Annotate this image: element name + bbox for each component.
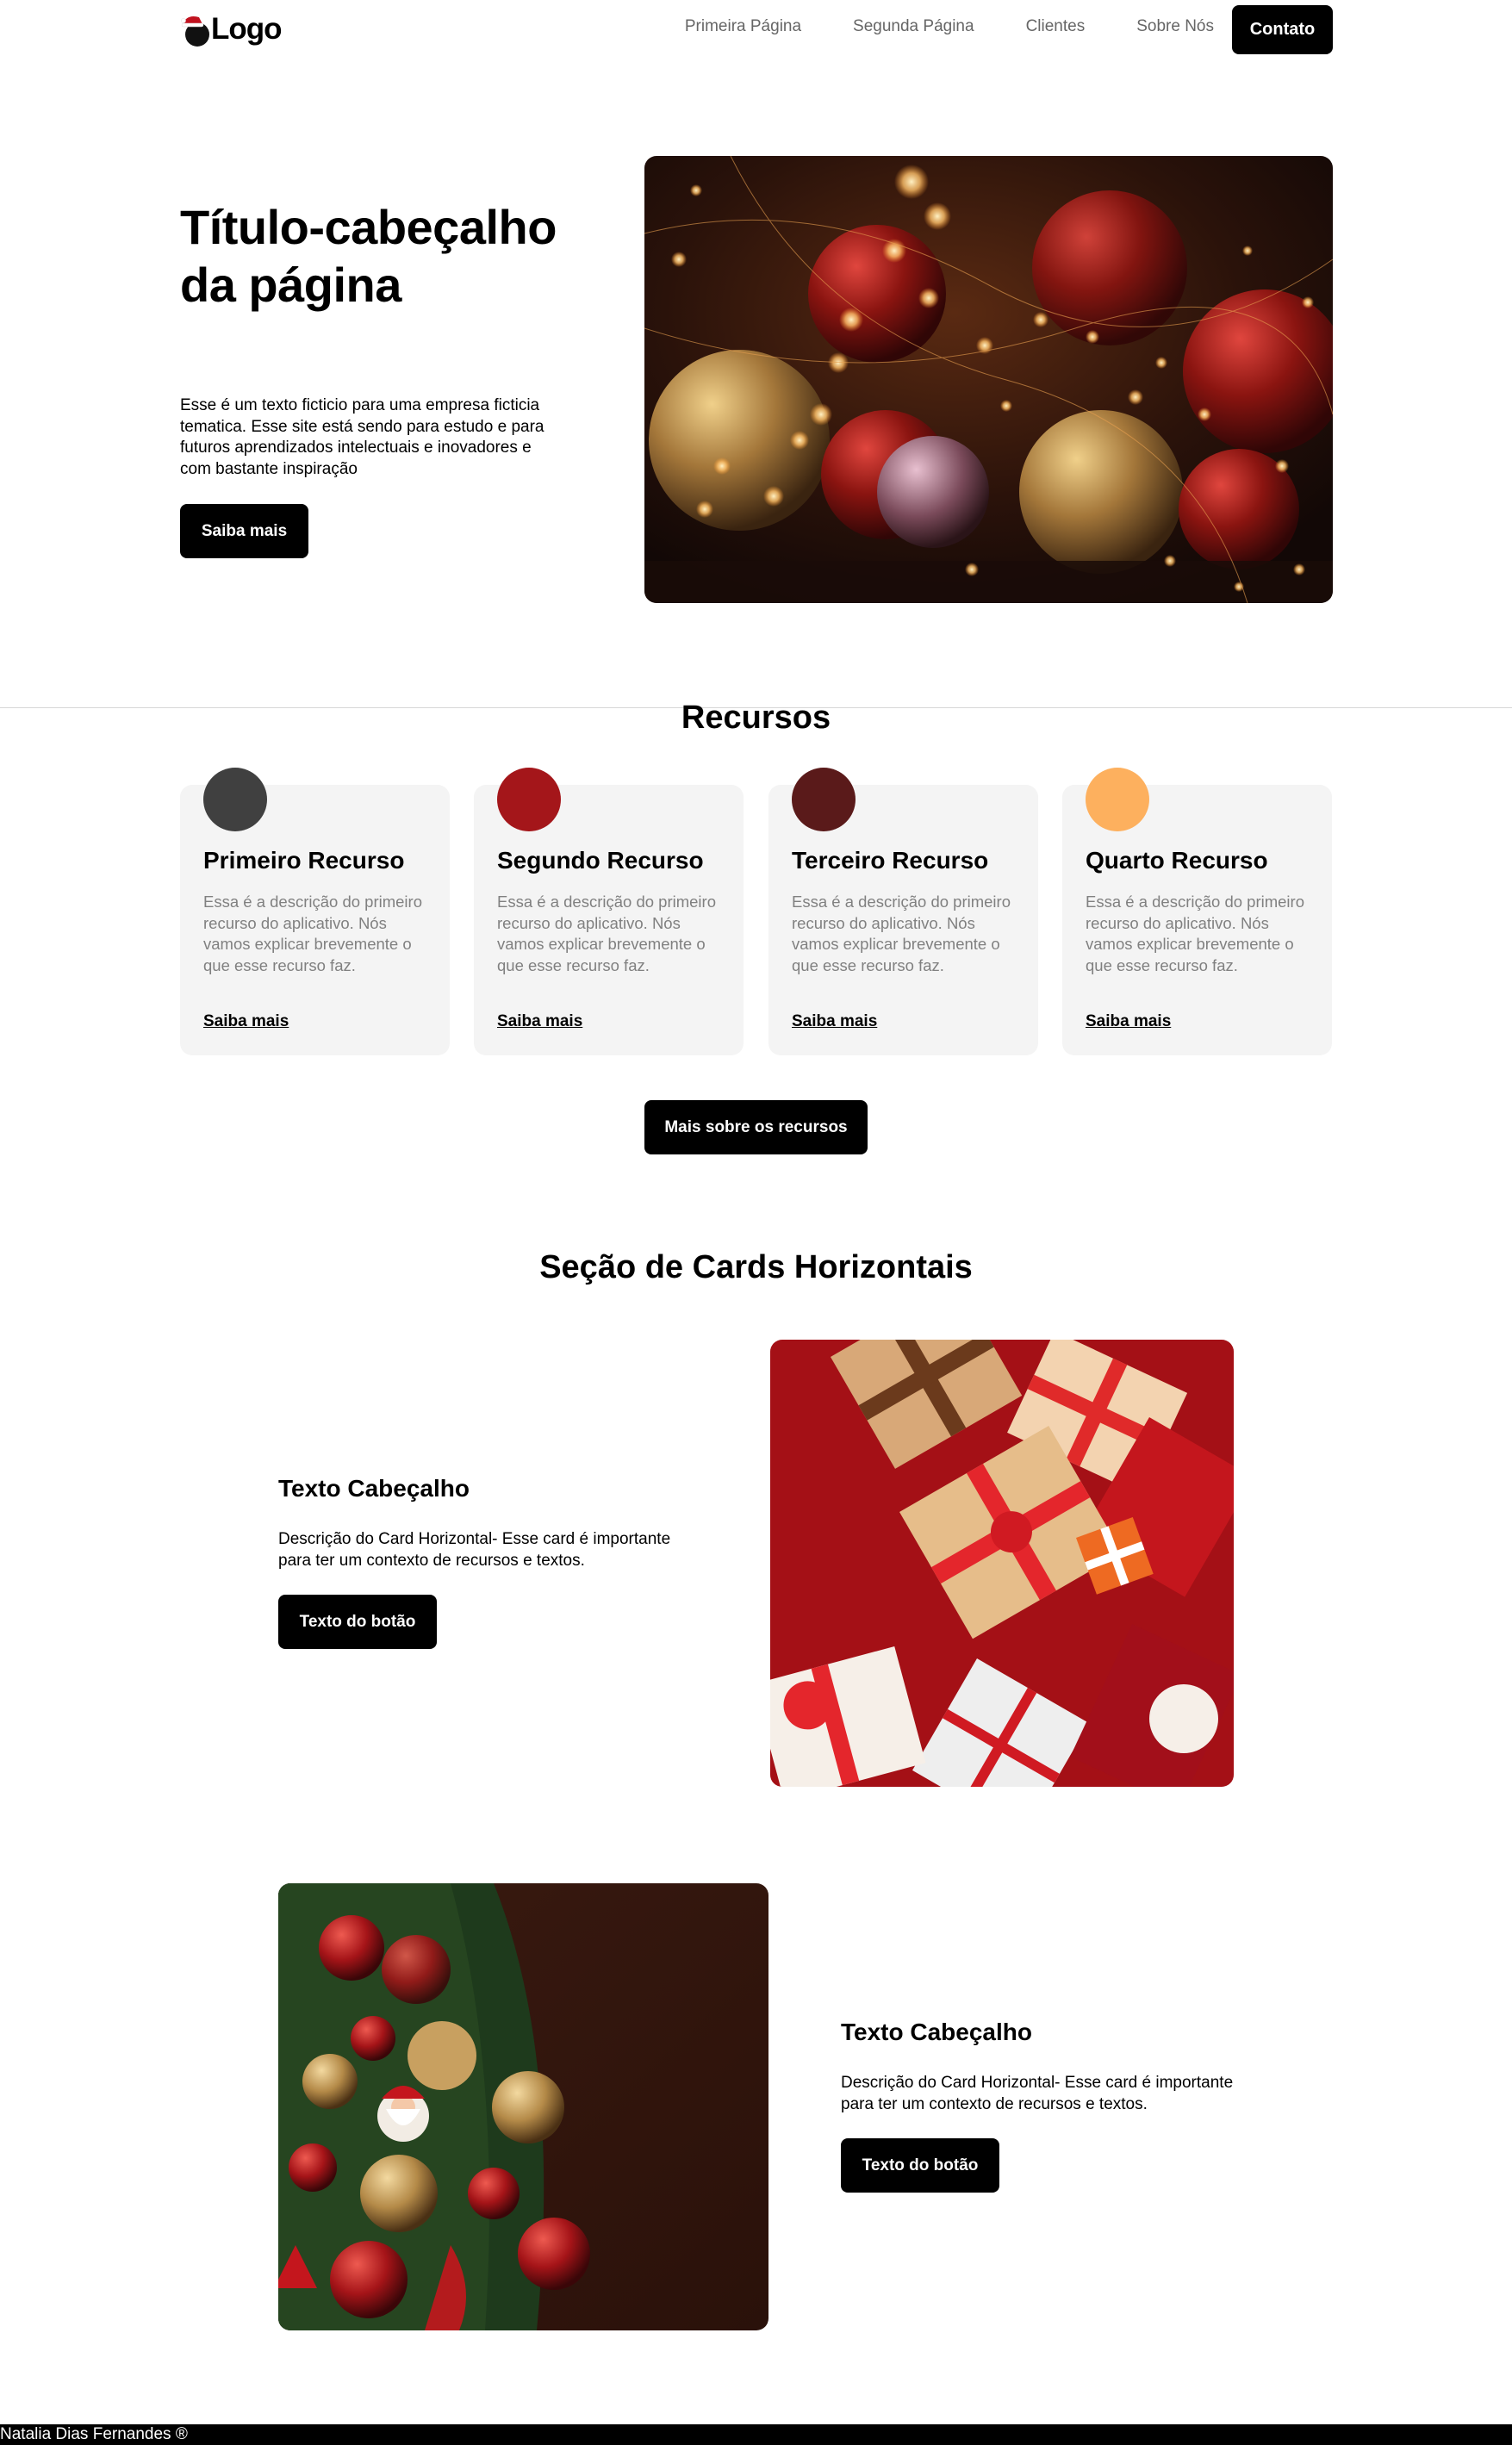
feature-circle-icon	[497, 768, 561, 831]
feature-saiba-mais-link[interactable]: Saiba mais	[203, 1012, 289, 1031]
hcard-2-button[interactable]: Texto do botão	[841, 2138, 999, 2193]
nav-link-sobre-nos[interactable]: Sobre Nós	[1136, 17, 1214, 36]
hero-saiba-mais-button[interactable]: Saiba mais	[180, 504, 308, 558]
hero-title: Título-cabeçalho da página	[180, 200, 557, 312]
hcard-2-description: Descrição do Card Horizontal- Esse card …	[841, 2074, 1234, 2113]
feature-description: Essa é a descrição do primeiro recurso d…	[1086, 893, 1304, 974]
feature-card-4: Quarto Recurso Essa é a descrição do pri…	[1062, 768, 1332, 1055]
hero-description: Esse é um texto ficticio para uma empres…	[180, 396, 544, 478]
feature-title: Terceiro Recurso	[792, 847, 989, 874]
nav-link-primeira-pagina[interactable]: Primeira Página	[685, 17, 801, 36]
feature-circle-icon	[792, 768, 856, 831]
feature-description: Essa é a descrição do primeiro recurso d…	[497, 893, 716, 974]
feature-saiba-mais-link[interactable]: Saiba mais	[792, 1012, 877, 1031]
logo-text: Logo	[211, 12, 283, 46]
hcard-1-title: Texto Cabeçalho	[278, 1475, 470, 1502]
nav-link-segunda-pagina[interactable]: Segunda Página	[853, 17, 974, 36]
gifts-image	[770, 1340, 1234, 1787]
footer-credit: Natalia Dias Fernandes ®	[0, 2425, 188, 2443]
feature-saiba-mais-link[interactable]: Saiba mais	[1086, 1012, 1171, 1031]
feature-circle-icon	[1086, 768, 1149, 831]
recursos-title: Recursos	[681, 700, 831, 736]
feature-description: Essa é a descrição do primeiro recurso d…	[792, 893, 1011, 974]
nav-links: Primeira Página Segunda Página Clientes …	[685, 17, 1214, 36]
feature-title: Segundo Recurso	[497, 847, 704, 874]
feature-description: Essa é a descrição do primeiro recurso d…	[203, 893, 422, 974]
feature-card-2: Segundo Recurso Essa é a descrição do pr…	[474, 768, 744, 1055]
santa-hat-icon	[180, 12, 209, 47]
christmas-tree-image	[278, 1883, 768, 2330]
contato-button[interactable]: Contato	[1232, 5, 1333, 54]
hcard-1-button[interactable]: Texto do botão	[278, 1595, 437, 1649]
hcard-1-description: Descrição do Card Horizontal- Esse card …	[278, 1530, 671, 1570]
feature-card-1: Primeiro Recurso Essa é a descrição do p…	[180, 768, 450, 1055]
feature-title: Primeiro Recurso	[203, 847, 405, 874]
top-navbar: Logo Primeira Página Segunda Página Clie…	[0, 0, 1512, 59]
horizontal-cards-title: Seção de Cards Horizontais	[539, 1249, 973, 1285]
feature-saiba-mais-link[interactable]: Saiba mais	[497, 1012, 582, 1031]
logo[interactable]: Logo	[180, 7, 283, 52]
feature-card-3: Terceiro Recurso Essa é a descrição do p…	[768, 768, 1038, 1055]
footer: Natalia Dias Fernandes ®	[0, 2424, 1512, 2445]
mais-sobre-recursos-button[interactable]: Mais sobre os recursos	[644, 1100, 868, 1154]
hcard-2-title: Texto Cabeçalho	[841, 2019, 1032, 2045]
nav-link-clientes[interactable]: Clientes	[1026, 17, 1086, 36]
feature-title: Quarto Recurso	[1086, 847, 1268, 874]
hero-image	[644, 156, 1333, 603]
feature-circle-icon	[203, 768, 267, 831]
